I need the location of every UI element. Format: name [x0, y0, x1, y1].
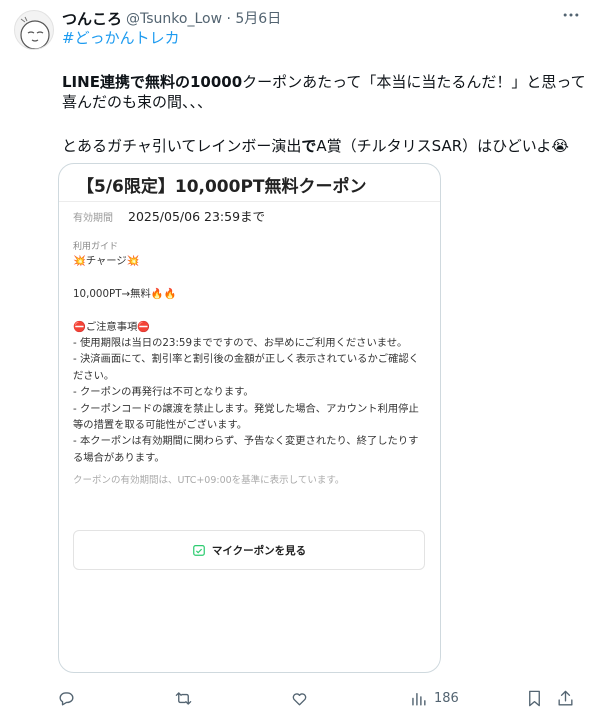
- coupon-line: - 本クーポンは有効期間に関わらず、予告なく変更されたり、終了したりす: [73, 435, 419, 448]
- coupon-title: 【5/6限定】10,000PT無料クーポン: [77, 177, 367, 197]
- divider: [59, 201, 440, 202]
- tweet-line-1: LINE連携で無料の10000クーポンあたって「本当に当たるんだ！」と思って: [62, 72, 586, 92]
- tweet-line-3-post: A賞（チルタリスSAR）はひどいよ😭: [316, 137, 569, 155]
- display-name[interactable]: つんころ: [62, 8, 122, 29]
- bookmark-icon: [529, 690, 540, 706]
- coupon-line: [73, 269, 433, 285]
- coupon-body: 💥チャージ💥 10,000PT→無料🔥🔥 ⛔ご注意事項⛔ - 使用期限は当日の2…: [73, 253, 433, 466]
- expiry-label: 有効期間: [73, 213, 113, 224]
- coupon-line: - 使用期限は当日の23:59までですので、お早めにご利用くださいませ。: [73, 336, 408, 349]
- handle-and-date[interactable]: @Tsunko_Low · 5月6日: [126, 8, 281, 28]
- coupon-line: 等の措置を取る可能性がございます。: [73, 418, 248, 431]
- reply-icon: [59, 691, 74, 706]
- coupon-icon: [192, 545, 205, 556]
- coupon-line: ださい。: [73, 369, 115, 382]
- tweet-line-2: 喜んだのも束の間、、、: [62, 93, 213, 111]
- tweet-text: LINE連携で無料の10000クーポンあたって「本当に当たるんだ！」と思って 喜…: [62, 72, 586, 156]
- tweet-line-3-bold: で: [301, 137, 317, 155]
- coupon-line: ⛔ご注意事項⛔: [73, 320, 151, 333]
- my-coupon-button: マイクーポンを見る: [73, 530, 425, 570]
- retweet-button[interactable]: [174, 686, 193, 710]
- expiry-value: 2025/05/06 23:59まで: [128, 209, 266, 224]
- bookmark-button[interactable]: [525, 686, 544, 710]
- coupon-line: [73, 302, 433, 318]
- like-button[interactable]: [290, 686, 309, 710]
- tweet-bold-1: LINE連携で: [62, 73, 145, 91]
- avatar[interactable]: [14, 10, 54, 50]
- retweet-icon: [175, 691, 192, 705]
- tweet-line-3: とあるガチャ引いてレインボー演出でA賞（チルタリスSAR）はひどいよ😭: [62, 136, 582, 156]
- views-count: 186: [434, 690, 459, 706]
- views-button[interactable]: 186: [409, 686, 459, 710]
- attached-image[interactable]: 【5/6限定】10,000PT無料クーポン 有効期間 2025/05/06 23…: [58, 163, 441, 673]
- guide-label: 利用ガイド: [73, 242, 119, 252]
- tweet-bold-2: 無料の10000: [144, 73, 243, 91]
- share-button[interactable]: [556, 686, 575, 710]
- more-icon[interactable]: [558, 4, 584, 26]
- tweet-line-3-pre: とあるガチャ引いてレインボー演出: [62, 137, 302, 155]
- reply-button[interactable]: [57, 686, 76, 710]
- tweet-header: つんころ @Tsunko_Low · 5月6日: [62, 8, 281, 28]
- hashtag-link[interactable]: #どっかんトレカ: [62, 27, 180, 48]
- coupon-line: - 決済画面にて、割引率と割引後の金額が正しく表示されているかご確認く: [73, 353, 419, 366]
- share-icon: [558, 690, 573, 706]
- action-bar: 186: [0, 686, 594, 712]
- like-icon: [292, 692, 307, 706]
- tweet-line-1-rest: クーポンあたって「本当に当たるんだ！」と思って: [242, 73, 586, 91]
- coupon-line: - クーポンコードの譲渡を禁止します。発覚した場合、アカウント利用停止: [73, 402, 419, 415]
- coupon-line: る場合があります。: [73, 451, 165, 464]
- my-coupon-label: マイクーポンを見る: [211, 544, 307, 557]
- timezone-note: クーポンの有効期間は、UTC+09:00を基準に表示しています。: [73, 475, 345, 486]
- coupon-line: - クーポンの再発行は不可となります。: [73, 386, 254, 399]
- coupon-line: 10,000PT→無料🔥🔥: [73, 287, 177, 300]
- views-icon: [412, 692, 426, 706]
- avatar-drawing-icon: [20, 16, 50, 49]
- coupon-line: 💥チャージ💥: [73, 255, 140, 267]
